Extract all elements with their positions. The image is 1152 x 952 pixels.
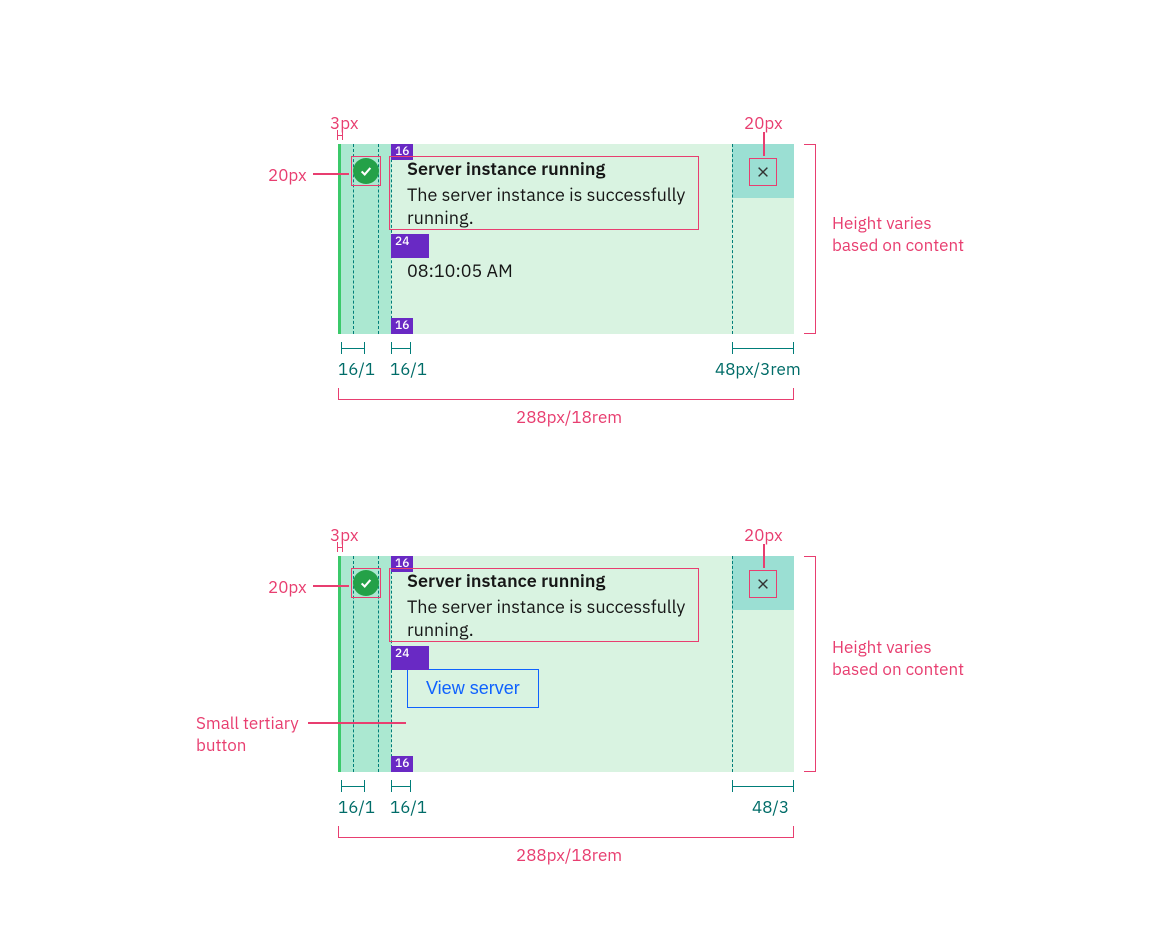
spec-bracket [338, 826, 794, 838]
spec-label-button: Small tertiary [196, 712, 299, 734]
spec-measure [341, 342, 365, 354]
spec-connector [763, 132, 765, 156]
spec-connector [763, 544, 765, 568]
toast-title: Server instance running [407, 570, 732, 593]
spec-label-height: based on content [832, 658, 964, 680]
spec-label-width: 288px/18rem [516, 406, 622, 428]
spec-guide [378, 556, 379, 772]
toast-content: 16 Server instance running The server in… [391, 556, 732, 772]
checkmark-icon [353, 158, 379, 184]
spec-bracket [338, 388, 794, 400]
close-button[interactable] [749, 158, 777, 186]
spec-connector [313, 173, 349, 175]
spec-label-seg: 16/1 [338, 796, 375, 818]
spec-measure [732, 780, 794, 792]
spec-label-height: Height varies [832, 636, 932, 658]
spec-label-icon: 20px [268, 164, 307, 186]
spec-measure [391, 342, 411, 354]
spec-connector [308, 722, 406, 724]
close-column [732, 144, 794, 334]
toast-notification: 16 Server instance running The server in… [338, 556, 794, 772]
toast-title: Server instance running [407, 158, 732, 181]
spec-connector [313, 585, 349, 587]
spec-label-seg: 16/1 [338, 358, 375, 380]
spec-label-height: based on content [832, 234, 964, 256]
spec-measure [341, 780, 365, 792]
spec-label-stripe: 3px [330, 524, 358, 546]
spec-bracket [804, 556, 816, 772]
spacer-chip: 16 [391, 756, 413, 772]
close-button[interactable] [749, 570, 777, 598]
spec-label-height: Height varies [832, 212, 932, 234]
action-button[interactable]: View server [407, 669, 539, 708]
spacer-chip: 16 [391, 144, 413, 160]
spec-guide [732, 556, 733, 772]
spec-label-close: 20px [744, 524, 783, 546]
spec-measure [337, 130, 343, 140]
toast-body: The server instance is successfully runn… [407, 183, 732, 230]
toast-body: The server instance is successfully runn… [407, 595, 732, 642]
spec-label-seg: 48/3 [752, 796, 789, 818]
spec-guide [732, 144, 733, 334]
spacer-chip: 16 [391, 318, 413, 334]
spec-measure [337, 542, 343, 552]
spec-measure [391, 780, 411, 792]
close-column [732, 556, 794, 772]
spec-label-seg: 48px/3rem [715, 358, 801, 380]
spec-label-seg: 16/1 [390, 358, 427, 380]
spec-label-button: button [196, 734, 246, 756]
spec-bracket [804, 144, 816, 334]
spec-label-icon: 20px [268, 576, 307, 598]
spec-label-stripe: 3px [330, 112, 358, 134]
spacer-chip: 24 [391, 234, 429, 258]
spec-label-close: 20px [744, 112, 783, 134]
spec-measure [732, 342, 794, 354]
checkmark-icon [353, 570, 379, 596]
spacer-chip: 16 [391, 556, 413, 572]
toast-timestamp: 08:10:05 AM [407, 259, 732, 282]
spec-label-seg: 16/1 [390, 796, 427, 818]
icon-column [341, 556, 391, 772]
spec-label-width: 288px/18rem [516, 844, 622, 866]
toast-notification: 16 Server instance running The server in… [338, 144, 794, 334]
spacer-chip: 24 [391, 646, 429, 670]
toast-content: 16 Server instance running The server in… [391, 144, 732, 334]
